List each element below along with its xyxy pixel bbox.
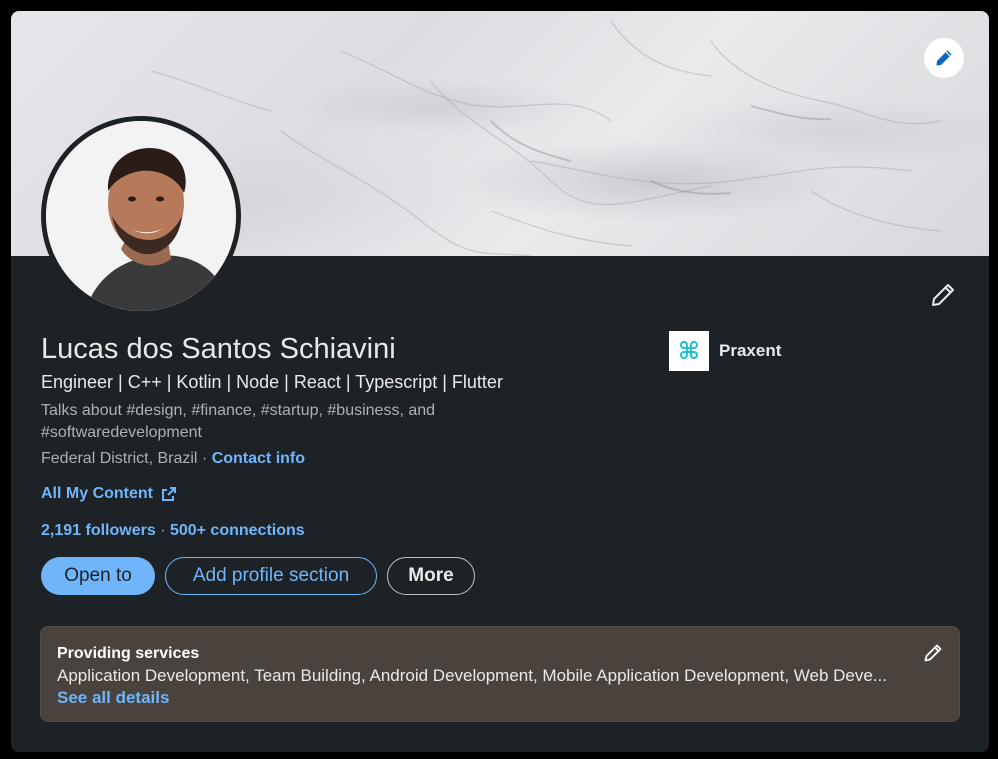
person-portrait — [46, 121, 236, 311]
providing-services-card[interactable]: Providing services Application Developme… — [40, 626, 960, 722]
external-link-icon — [162, 487, 176, 501]
see-all-details-link[interactable]: See all details — [57, 688, 169, 708]
all-my-content-link[interactable]: All My Content — [41, 485, 177, 503]
content-link-label: All My Content — [41, 485, 153, 502]
edit-services-button[interactable] — [919, 639, 947, 667]
location-row: Federal District, Brazil · Contact info — [41, 450, 305, 468]
open-to-button[interactable]: Open to — [41, 557, 155, 595]
followers-link[interactable]: 2,191 followers — [41, 522, 156, 539]
contact-info-link[interactable]: Contact info — [212, 450, 305, 467]
services-list: Application Development, Team Building, … — [57, 666, 888, 685]
services-title: Providing services — [57, 645, 200, 662]
profile-name: Lucas dos Santos Schiavini — [41, 333, 396, 365]
location-separator: · — [197, 450, 212, 467]
add-profile-section-button[interactable]: Add profile section — [165, 557, 377, 595]
profile-headline: Engineer | C++ | Kotlin | Node | React |… — [41, 372, 503, 392]
avatar — [46, 121, 236, 311]
pencil-icon — [936, 50, 952, 66]
profile-photo[interactable] — [41, 116, 241, 316]
location-text: Federal District, Brazil — [41, 450, 198, 467]
profile-actions: Open to Add profile section More — [41, 557, 475, 595]
stats-separator: · — [155, 522, 170, 539]
pencil-icon — [932, 284, 954, 306]
pencil-icon — [924, 644, 942, 662]
company-name: Praxent — [719, 341, 782, 360]
profile-card: Lucas dos Santos Schiavini Engineer | C+… — [11, 11, 989, 752]
more-button[interactable]: More — [387, 557, 475, 595]
network-stats: 2,191 followers · 500+ connections — [41, 522, 305, 540]
current-company[interactable]: ⌘ Praxent — [669, 331, 781, 371]
connections-link[interactable]: 500+ connections — [170, 522, 305, 539]
talks-about: Talks about #design, #finance, #startup,… — [41, 402, 436, 441]
edit-banner-button[interactable] — [924, 38, 964, 78]
edit-intro-button[interactable] — [925, 277, 961, 313]
company-logo: ⌘ — [669, 331, 709, 371]
